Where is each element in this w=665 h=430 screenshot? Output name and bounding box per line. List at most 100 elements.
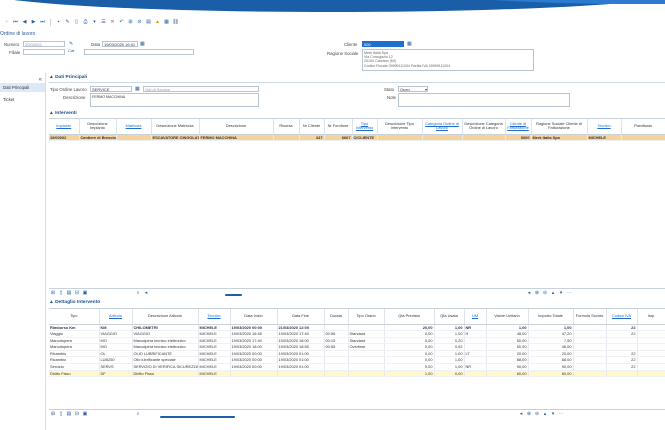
- table-cell[interactable]: [637, 337, 665, 345]
- table-cell[interactable]: [637, 363, 665, 371]
- column-header[interactable]: Formula Sconto: [573, 309, 607, 325]
- table-cell[interactable]: C/CLIENTE: [352, 134, 378, 142]
- dettaglio-scrollbar[interactable]: [160, 416, 235, 418]
- table-icon[interactable]: ▤: [65, 290, 73, 296]
- table-cell[interactable]: Ricambio: [49, 350, 100, 358]
- table-cell[interactable]: 19/03/2020 00:00: [230, 350, 278, 358]
- table-row[interactable]: Servizio SERVS SERVIZIO DI VERIFICA SICURE…: [49, 363, 665, 371]
- move-down-icon[interactable]: ▾: [557, 290, 565, 296]
- table-cell[interactable]: Cantiere di Brescia 2020125: [79, 134, 117, 142]
- table-cell[interactable]: Rimborso Km: [49, 324, 100, 332]
- table-cell[interactable]: 1,00: [434, 324, 465, 332]
- table-cell[interactable]: 20,00: [528, 350, 574, 358]
- table-cell[interactable]: 19/03/2020 18:00: [230, 343, 278, 351]
- table-cell[interactable]: [573, 324, 607, 332]
- table-row[interactable]: Rimborso Km KM CHILOMETRI MICHELE 19/03/2020…: [49, 324, 665, 332]
- table-cell[interactable]: 50,00: [486, 343, 529, 351]
- table-cell[interactable]: [464, 356, 487, 365]
- column-header[interactable]: Descrizione Matricola: [151, 119, 200, 135]
- column-header[interactable]: Qtà Usata: [434, 309, 465, 325]
- table-cell[interactable]: 0,00: [384, 330, 435, 338]
- cliente-field[interactable]: 000: [362, 41, 404, 47]
- table-cell[interactable]: [606, 337, 638, 345]
- section-interventi[interactable]: ▲ Interventi: [49, 111, 77, 116]
- column-header[interactable]: Data Inizio: [230, 309, 278, 325]
- calendar-icon[interactable]: ▦: [140, 41, 145, 47]
- zoom-out-icon[interactable]: ⊖: [541, 290, 549, 296]
- document-icon[interactable]: ▤: [145, 19, 152, 26]
- table-cell[interactable]: 21/03/2020 12:00: [277, 324, 325, 332]
- table-cell[interactable]: Diritto Fisso: [132, 370, 199, 378]
- table-cell[interactable]: 68,00: [486, 356, 529, 365]
- pagination-icon[interactable]: ⋯: [557, 411, 565, 417]
- interventi-scrollbar[interactable]: [225, 294, 242, 296]
- table-cell[interactable]: [324, 356, 349, 365]
- table-cell[interactable]: [573, 337, 607, 345]
- table-cell[interactable]: 1,00: [486, 324, 529, 332]
- table-cell[interactable]: [573, 363, 607, 371]
- table-cell[interactable]: 19/03/2020 00:00: [230, 324, 278, 332]
- table-cell[interactable]: Merk Italia Spa: [531, 134, 588, 142]
- add-row-icon[interactable]: ⊞: [49, 411, 57, 417]
- table-cell[interactable]: 22: [606, 356, 638, 365]
- table-cell[interactable]: [348, 324, 385, 332]
- table-cell[interactable]: MICHELE: [198, 363, 231, 371]
- table-cell[interactable]: [230, 370, 278, 378]
- table-cell[interactable]: [573, 330, 607, 338]
- table-cell[interactable]: [606, 370, 638, 378]
- table-cell[interactable]: Diritto Fisso: [49, 370, 100, 378]
- table-cell[interactable]: MICHELE: [198, 350, 231, 358]
- filiale-code-field[interactable]: [23, 49, 65, 55]
- note-field[interactable]: [398, 93, 570, 107]
- column-header[interactable]: Data Fine: [277, 309, 325, 325]
- tipo-code-field[interactable]: SERVICE: [90, 86, 132, 92]
- table-icon[interactable]: ▤: [65, 411, 73, 417]
- table-cell[interactable]: MICHELE: [198, 324, 231, 332]
- column-header[interactable]: Descrizione: [199, 119, 274, 135]
- table-cell[interactable]: 0,00: [384, 337, 435, 345]
- pagination-icon[interactable]: ⋯: [565, 290, 573, 296]
- table-cell[interactable]: OL: [99, 350, 133, 358]
- column-header[interactable]: Matricola: [116, 119, 152, 135]
- column-header[interactable]: Importo Totale: [528, 309, 574, 325]
- left-arrow-icon[interactable]: ◂: [142, 290, 150, 296]
- column-header[interactable]: Risorsa: [273, 119, 300, 135]
- table-cell[interactable]: 48,00: [486, 330, 529, 338]
- table-cell[interactable]: 0,00: [434, 370, 465, 378]
- table-cell[interactable]: [637, 343, 665, 351]
- table-cell[interactable]: 19/03/2020 00:00: [230, 356, 278, 365]
- zoom-in-icon[interactable]: ⊕: [533, 290, 541, 296]
- column-header[interactable]: Categoria Ordine di Lavoro: [422, 119, 463, 135]
- table-cell[interactable]: Standard: [348, 337, 385, 345]
- table-cell[interactable]: [637, 330, 665, 338]
- table-cell[interactable]: [573, 356, 607, 365]
- zoom-in-icon[interactable]: ⊕: [525, 411, 533, 417]
- table-cell[interactable]: [464, 370, 487, 378]
- table-cell[interactable]: [377, 134, 423, 142]
- attach-icon[interactable]: ⊘: [136, 19, 143, 26]
- table-cell[interactable]: 22: [606, 363, 638, 371]
- table-cell[interactable]: 1,00: [384, 370, 435, 378]
- table-cell[interactable]: [637, 324, 665, 332]
- table-cell[interactable]: 00:56: [324, 330, 349, 338]
- table-cell[interactable]: ESCAVATORE CINGOLATO: [151, 134, 200, 142]
- column-header[interactable]: Tipo Intervento: [352, 119, 378, 135]
- table-cell[interactable]: [462, 134, 506, 142]
- table-cell[interactable]: 46,00: [528, 343, 574, 351]
- delete-red-icon[interactable]: ✕: [109, 19, 116, 26]
- table-cell[interactable]: [422, 134, 463, 142]
- table-cell[interactable]: 47,20: [528, 330, 574, 338]
- table-row[interactable]: Ricambio LUB250 Olio lubrificante speciale…: [49, 356, 665, 365]
- column-header[interactable]: Imp: [637, 309, 665, 325]
- last-icon[interactable]: ⏭: [39, 19, 46, 26]
- prev-icon[interactable]: ◀: [21, 19, 28, 26]
- zoom-out-icon[interactable]: ⊖: [533, 411, 541, 417]
- column-header[interactable]: Tecnico: [587, 119, 622, 135]
- delete-icon[interactable]: ▯: [73, 19, 80, 26]
- table-cell[interactable]: 22: [606, 324, 638, 332]
- table-cell[interactable]: NR: [464, 324, 487, 332]
- column-header[interactable]: Descrizione Categoria Ordine di Lavoro: [462, 119, 506, 135]
- table-cell[interactable]: [464, 343, 487, 351]
- table-cell[interactable]: [606, 343, 638, 351]
- copy-icon[interactable]: ⊟: [73, 411, 81, 417]
